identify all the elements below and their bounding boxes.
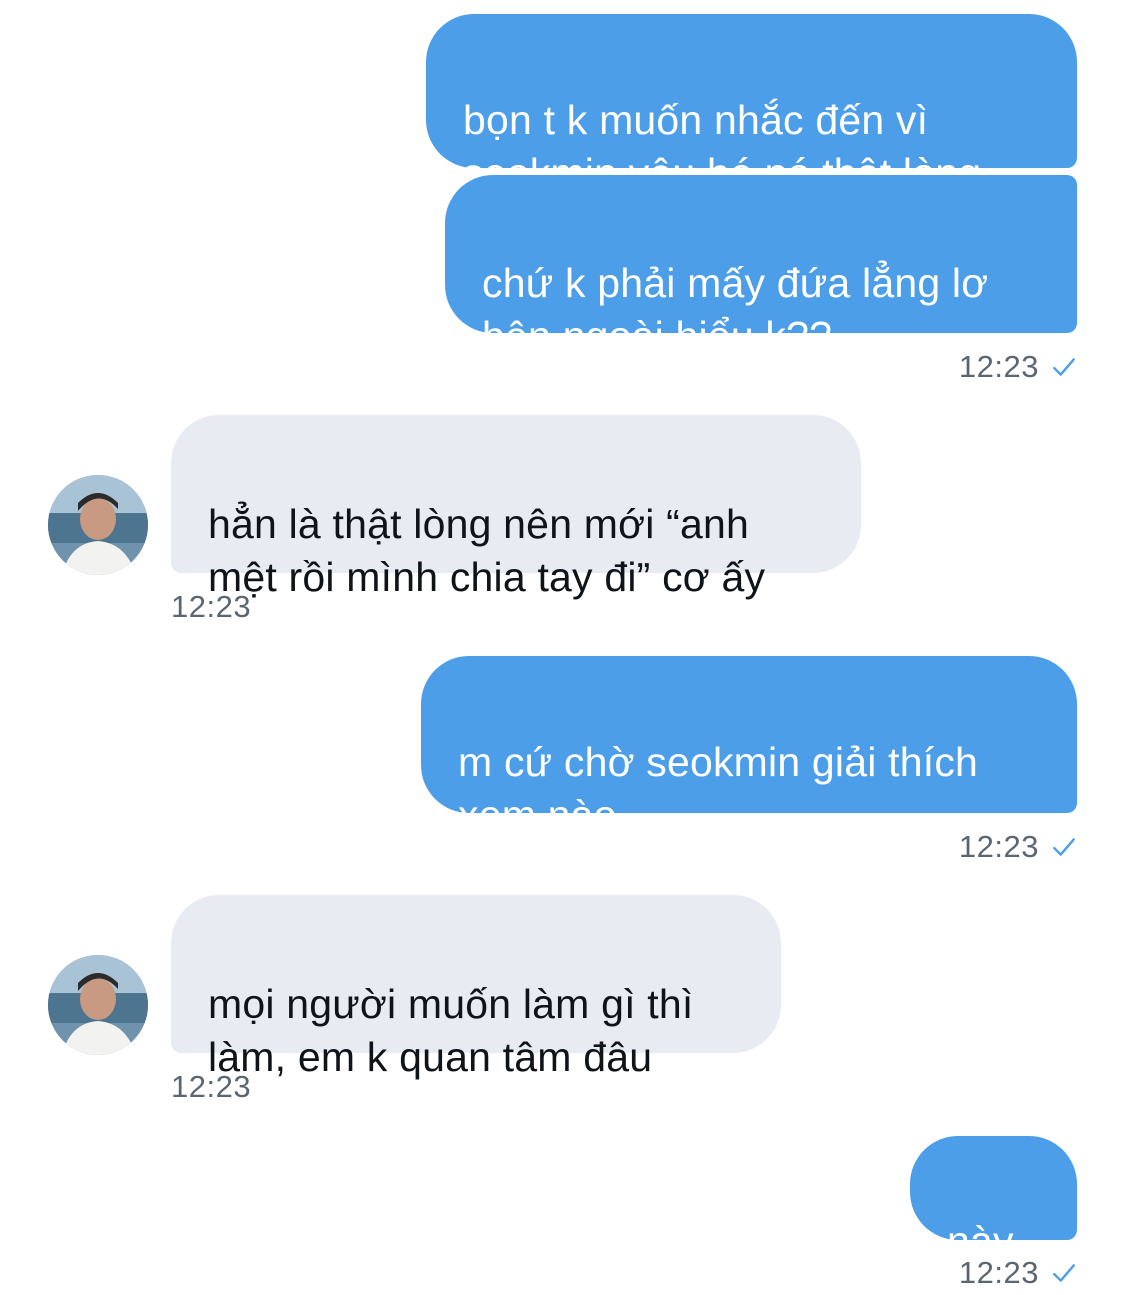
timestamp-text: 12:23 xyxy=(171,1069,252,1104)
message-timestamp: 12:23 xyxy=(171,1069,251,1105)
message-timestamp: 12:23 xyxy=(171,589,251,625)
message-timestamp: 12:23 xyxy=(959,349,1077,385)
avatar-photo xyxy=(48,475,148,575)
avatar-photo xyxy=(48,955,148,1055)
message-bubble-outgoing[interactable]: bọn t k muốn nhắc đến vì seokmin yêu bé … xyxy=(426,14,1077,196)
message-bubble-incoming[interactable]: hẳn là thật lòng nên mới “anh mệt rồi mì… xyxy=(171,415,861,600)
message-bubble-outgoing[interactable]: m cứ chờ seokmin giải thích xem nào xyxy=(421,656,1077,838)
avatar[interactable] xyxy=(48,475,148,575)
check-icon xyxy=(1053,358,1075,376)
timestamp-text: 12:23 xyxy=(958,349,1039,384)
timestamp-text: 12:23 xyxy=(958,829,1039,864)
message-text: hẳn là thật lòng nên mới “anh mệt rồi mì… xyxy=(208,501,766,600)
message-timestamp: 12:23 xyxy=(959,1255,1077,1291)
message-bubble-outgoing[interactable]: chứ k phải mấy đứa lẳng lơ bên ngoài hiể… xyxy=(445,175,1077,359)
message-bubble-outgoing[interactable]: này.. xyxy=(910,1136,1077,1264)
timestamp-text: 12:23 xyxy=(171,589,252,624)
timestamp-text: 12:23 xyxy=(958,1255,1039,1290)
message-text: mọi người muốn làm gì thì làm, em k quan… xyxy=(208,981,694,1080)
avatar[interactable] xyxy=(48,955,148,1055)
message-text: chứ k phải mấy đứa lẳng lơ bên ngoài hiể… xyxy=(482,260,989,359)
message-timestamp: 12:23 xyxy=(959,829,1077,865)
check-icon xyxy=(1053,838,1075,856)
check-icon xyxy=(1053,1264,1075,1282)
message-bubble-incoming[interactable]: mọi người muốn làm gì thì làm, em k quan… xyxy=(171,895,781,1080)
message-text: m cứ chờ seokmin giải thích xem nào xyxy=(458,739,979,838)
